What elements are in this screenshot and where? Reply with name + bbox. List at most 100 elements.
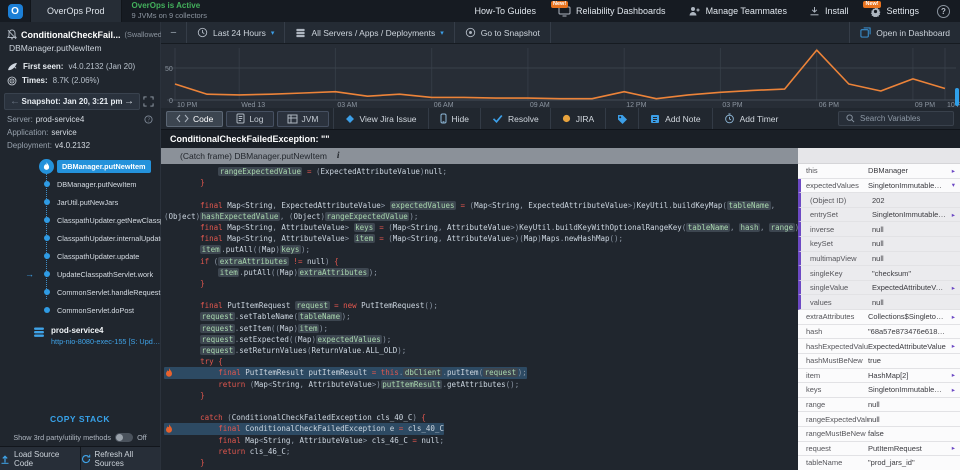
- variable-token[interactable]: tableName: [298, 312, 342, 321]
- thread-name-link[interactable]: http-nio-8080-exec-155 [S: UpdateCla...: [51, 337, 163, 346]
- variable-row-keyset[interactable]: keySetnull: [798, 237, 960, 252]
- variable-token[interactable]: dbClient: [403, 368, 442, 377]
- time-range-selector[interactable]: Last 24 Hours ▾: [187, 22, 285, 43]
- third-party-toggle[interactable]: [115, 433, 133, 442]
- variable-token[interactable]: request: [200, 335, 235, 344]
- variable-row-hashexpectedvalue[interactable]: hashExpectedValueExpectedAttributeValue▸: [798, 339, 960, 354]
- variable-row-item[interactable]: itemHashMap[2]▸: [798, 369, 960, 384]
- variable-token[interactable]: hashExpectedValue: [200, 212, 280, 221]
- overops-logo[interactable]: O: [0, 0, 30, 22]
- expand-icon[interactable]: [143, 96, 156, 107]
- variable-token[interactable]: request: [200, 346, 235, 355]
- variable-token[interactable]: request: [295, 301, 330, 310]
- variable-token[interactable]: range: [769, 223, 795, 232]
- search-variables-input[interactable]: [860, 114, 946, 123]
- stack-frame-commonservlet-handlerequest[interactable]: CommonServlet.handleRequest: [0, 283, 160, 301]
- search-variables-box[interactable]: [838, 111, 954, 126]
- variable-token[interactable]: tableName: [686, 223, 730, 232]
- variable-token[interactable]: putItemResult: [381, 380, 443, 389]
- stack-frame-jarutil-putnewjars[interactable]: JarUtil.putNewJars: [0, 193, 160, 211]
- help-icon[interactable]: ?: [937, 5, 950, 18]
- variable-row-extraattributes[interactable]: extraAttributesCollections$SingletonMap▸: [798, 310, 960, 325]
- variable-token[interactable]: tableName: [727, 201, 771, 210]
- variable-row-rangeexpectedvalue[interactable]: rangeExpectedValuenull: [798, 412, 960, 427]
- collapse-chart-button[interactable]: −: [161, 22, 187, 43]
- variable-token[interactable]: hash: [739, 223, 760, 232]
- event-timeline-chart[interactable]: 50010 PMWed 1303 AM06 AM09 AM12 PM03 PM0…: [161, 44, 960, 108]
- variable-row-multimapview[interactable]: multimapViewnull: [798, 252, 960, 267]
- variable-row-singlekey[interactable]: singleKey"checksum": [798, 266, 960, 281]
- variable-row-hash[interactable]: hash"68a57e873476e6186e3a...": [798, 325, 960, 340]
- chart-scrollbar-thumb[interactable]: [955, 88, 959, 106]
- stack-frame-updateclasspathservlet-work[interactable]: →UpdateClasspathServlet.work: [0, 265, 160, 283]
- variable-token[interactable]: item: [354, 234, 375, 243]
- variable-token[interactable]: item: [298, 324, 319, 333]
- variable-token[interactable]: request: [200, 312, 235, 321]
- next-snapshot-arrow[interactable]: →: [124, 97, 134, 107]
- previous-snapshot-arrow[interactable]: ←: [10, 97, 20, 107]
- source-code-view[interactable]: rangeExpectedValue = (ExpectedAttributeV…: [161, 164, 798, 470]
- open-in-dashboard-button[interactable]: Open in Dashboard: [849, 22, 960, 43]
- expand-variable-icon[interactable]: ▸: [946, 313, 955, 321]
- variable-token[interactable]: extraAttributes: [298, 268, 369, 277]
- variable-row-singlevalue[interactable]: singleValueExpectedAttributeValue▸: [798, 281, 960, 296]
- expand-variable-icon[interactable]: ▸: [946, 167, 955, 175]
- expand-variable-icon[interactable]: ▸: [946, 444, 955, 452]
- add-timer-button[interactable]: Add Timer: [712, 108, 790, 129]
- go-to-snapshot-button[interactable]: Go to Snapshot: [455, 22, 551, 43]
- collapse-variable-icon[interactable]: ▾: [946, 181, 955, 189]
- expand-variable-icon[interactable]: ▸: [946, 342, 955, 350]
- expand-variable-icon[interactable]: ▸: [946, 371, 955, 379]
- variable-row-values[interactable]: valuesnull: [798, 295, 960, 310]
- variable-row-inverse[interactable]: inversenull: [798, 222, 960, 237]
- variable-row-request[interactable]: requestPutItemRequest▸: [798, 442, 960, 457]
- variable-token[interactable]: item: [200, 245, 221, 254]
- variable-token[interactable]: request: [483, 368, 518, 377]
- stack-frame-classpathupdater-update[interactable]: ClasspathUpdater.update: [0, 247, 160, 265]
- variable-row-tablename[interactable]: tableName"prod_jars_id": [798, 456, 960, 470]
- variable-token[interactable]: keys: [354, 223, 375, 232]
- navlink-reliability-dashboards[interactable]: New!Reliability Dashboards: [558, 6, 666, 17]
- variable-row-object-id[interactable]: (Object ID)202: [798, 193, 960, 208]
- variable-row-hashmustbenew[interactable]: hashMustBeNewtrue: [798, 354, 960, 369]
- variable-row-range[interactable]: rangenull: [798, 398, 960, 413]
- stack-frame-dbmanager-putnewitem[interactable]: DBManager.putNewItem: [0, 157, 160, 175]
- expand-variable-icon[interactable]: ▸: [946, 386, 955, 394]
- add-note-button[interactable]: Add Note: [638, 108, 711, 129]
- navlink-how-to-guides[interactable]: How-To Guides: [474, 6, 536, 16]
- stack-frame-commonservlet-dopost[interactable]: CommonServlet.doPost: [0, 301, 160, 319]
- stack-frame-classpathupdater-getnewclasspathresult[interactable]: ClasspathUpdater.getNewClasspathResult: [0, 211, 160, 229]
- load-source-code-button[interactable]: Load Source Code: [0, 447, 80, 470]
- navlink-settings[interactable]: New!Settings: [870, 6, 919, 17]
- variable-token[interactable]: rangeExpectedValue: [218, 167, 302, 176]
- resolve-button[interactable]: Resolve: [480, 108, 550, 129]
- variable-row-entryset[interactable]: entrySetSingletonImmutableSet▸: [798, 208, 960, 223]
- navlink-manage-teammates[interactable]: Manage Teammates: [688, 6, 787, 16]
- stack-frame-dbmanager-putnewitem[interactable]: DBManager.putNewItem: [0, 175, 160, 193]
- exception-title[interactable]: ConditionalCheckFail...: [21, 30, 121, 40]
- variable-token[interactable]: expectedValues: [316, 335, 382, 344]
- tab-jvm[interactable]: JVM: [277, 111, 329, 127]
- variable-row-expectedvalues[interactable]: expectedValuesSingletonImmutableBiM...▾: [798, 179, 960, 194]
- stack-frame-classpathupdater-internalupdate[interactable]: ClasspathUpdater.internalUpdate: [0, 229, 160, 247]
- variable-row-this[interactable]: thisDBManager▸: [798, 164, 960, 179]
- variable-row-rangemustbenew[interactable]: rangeMustBeNewfalse: [798, 427, 960, 442]
- variable-token[interactable]: request: [200, 324, 235, 333]
- info-icon[interactable]: ?: [144, 115, 153, 124]
- hide-button[interactable]: Hide: [428, 108, 480, 129]
- navlink-install[interactable]: Install: [809, 6, 849, 16]
- variable-token[interactable]: item: [218, 268, 239, 277]
- variable-token[interactable]: expectedValues: [390, 201, 456, 210]
- scope-selector[interactable]: All Servers / Apps / Deployments ▾: [285, 22, 454, 43]
- copy-stack-button[interactable]: COPY STACK: [0, 414, 160, 424]
- expand-variable-icon[interactable]: ▸: [946, 211, 955, 219]
- variable-row-keys[interactable]: keysSingletonImmutableBiM...▸: [798, 383, 960, 398]
- variable-token[interactable]: extraAttributes: [218, 257, 289, 266]
- variable-token[interactable]: keys: [280, 245, 301, 254]
- tab-code[interactable]: Code: [166, 111, 223, 127]
- frame-info-icon[interactable]: i: [337, 151, 340, 161]
- refresh-all-sources-button[interactable]: Refresh All Sources: [80, 447, 161, 470]
- jira-button[interactable]: JIRA: [550, 108, 605, 129]
- expand-variable-icon[interactable]: ▸: [946, 284, 955, 292]
- view-jira-issue-button[interactable]: View Jira Issue: [333, 108, 428, 129]
